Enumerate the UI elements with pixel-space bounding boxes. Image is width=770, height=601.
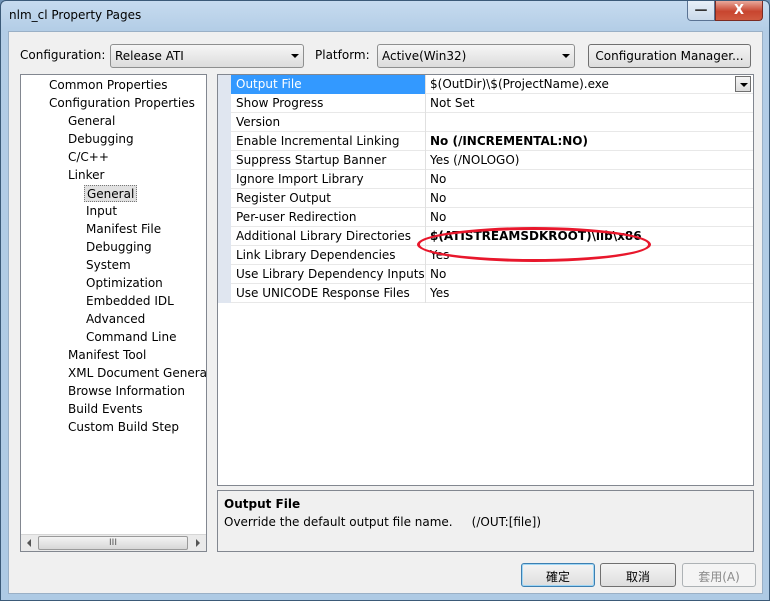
property-name: Per-user Redirection <box>231 208 426 227</box>
grid-row[interactable]: Per-user Redirection No <box>231 208 753 227</box>
platform-combo[interactable]: Active(Win32) <box>377 44 575 68</box>
grid-row[interactable]: Additional Library Directories $(ATISTREA… <box>231 227 753 246</box>
chevron-down-icon[interactable] <box>735 76 751 92</box>
grid-row[interactable]: Ignore Import Library No <box>231 170 753 189</box>
tree-horizontal-scrollbar[interactable]: III <box>21 534 206 551</box>
property-value-text: No (/INCREMENTAL:NO) <box>430 134 588 148</box>
grid-row[interactable]: Use UNICODE Response Files Yes <box>231 284 753 303</box>
grid-row[interactable]: Register Output No <box>231 189 753 208</box>
minimize-icon: — <box>694 3 708 18</box>
property-tree[interactable]: Common Properties Configuration Propertie… <box>20 74 207 552</box>
description-text: Override the default output file name. (… <box>224 515 542 529</box>
scroll-right-icon[interactable] <box>196 539 200 547</box>
tree-item[interactable]: Common Properties <box>47 77 170 94</box>
tree-item[interactable]: Manifest File <box>84 221 163 238</box>
window-title: nlm_cl Property Pages <box>9 8 142 22</box>
grid-row[interactable]: Suppress Startup Banner Yes (/NOLOGO) <box>231 151 753 170</box>
property-value-text: Not Set <box>430 96 475 110</box>
property-value[interactable] <box>427 113 753 132</box>
tree-item[interactable]: System <box>84 257 133 274</box>
tree-item[interactable]: Debugging <box>66 131 136 148</box>
property-name: Register Output <box>231 189 426 208</box>
grid-gutter <box>218 75 231 303</box>
property-value[interactable]: No <box>427 265 753 284</box>
property-value[interactable]: Yes (/NOLOGO) <box>427 151 753 170</box>
scroll-thumb[interactable]: III <box>38 536 188 550</box>
grid-row[interactable]: Use Library Dependency Inputs No <box>231 265 753 284</box>
property-value-text: $(ATISTREAMSDKROOT)\lib\x86 <box>430 229 642 243</box>
platform-label: Platform: <box>315 48 370 62</box>
property-value[interactable]: Yes <box>427 284 753 303</box>
cancel-button[interactable]: 取消 <box>600 563 676 587</box>
chevron-down-icon <box>291 54 299 58</box>
grid-row[interactable]: Link Library Dependencies Yes <box>231 246 753 265</box>
platform-value: Active(Win32) <box>382 49 467 63</box>
property-name: Output File <box>231 75 426 94</box>
property-name: Link Library Dependencies <box>231 246 426 265</box>
tree-item[interactable]: Optimization <box>84 275 165 292</box>
property-name: Show Progress <box>231 94 426 113</box>
grid-row[interactable]: Version <box>231 113 753 132</box>
property-value-text: $(OutDir)\$(ProjectName).exe <box>430 77 609 91</box>
configuration-combo[interactable]: Release ATI <box>110 44 304 68</box>
property-name: Ignore Import Library <box>231 170 426 189</box>
property-value[interactable]: $(ATISTREAMSDKROOT)\lib\x86 <box>427 227 753 246</box>
tree-item[interactable]: General <box>84 185 138 202</box>
tree-item[interactable]: Command Line <box>84 329 179 346</box>
property-value-text: Yes <box>430 286 450 300</box>
configuration-manager-button[interactable]: Configuration Manager... <box>588 44 751 68</box>
close-icon: X <box>733 3 745 18</box>
configuration-label: Configuration: <box>20 48 106 62</box>
tree-item[interactable]: C/C++ <box>66 149 111 166</box>
property-grid[interactable]: Output File $(OutDir)\$(ProjectName).exe S… <box>217 74 754 486</box>
property-pages-window: nlm_cl Property Pages — X Configuration:… <box>0 0 770 601</box>
property-name: Use Library Dependency Inputs <box>231 265 426 284</box>
property-name: Additional Library Directories <box>231 227 426 246</box>
property-value-text: No <box>430 172 447 186</box>
description-title: Output File <box>224 497 301 511</box>
property-value-text: Yes (/NOLOGO) <box>430 153 520 167</box>
property-value[interactable]: No <box>427 189 753 208</box>
tree-item[interactable]: Manifest Tool <box>66 347 148 364</box>
minimize-button[interactable]: — <box>687 1 715 21</box>
property-value-text: No <box>430 210 447 224</box>
tree-item[interactable]: Custom Build Step <box>66 419 181 436</box>
property-value[interactable]: $(OutDir)\$(ProjectName).exe <box>427 75 753 94</box>
grid-row[interactable]: Show Progress Not Set <box>231 94 753 113</box>
property-value[interactable]: Not Set <box>427 94 753 113</box>
apply-button[interactable]: 套用(A) <box>682 563 756 587</box>
tree-item[interactable]: Build Events <box>66 401 145 418</box>
property-name: Enable Incremental Linking <box>231 132 426 151</box>
ok-button[interactable]: 確定 <box>521 563 595 587</box>
tree-item[interactable]: Debugging <box>84 239 154 256</box>
grid-row[interactable]: Enable Incremental Linking No (/INCREMENT… <box>231 132 753 151</box>
property-name: Version <box>231 113 426 132</box>
property-name: Use UNICODE Response Files <box>231 284 426 303</box>
property-value[interactable]: No (/INCREMENTAL:NO) <box>427 132 753 151</box>
scroll-left-icon[interactable] <box>27 539 31 547</box>
property-value[interactable]: No <box>427 208 753 227</box>
tree-item[interactable]: Linker <box>66 167 106 184</box>
dialog-client-area: Configuration: Release ATI Platform: Act… <box>8 31 763 594</box>
property-value-text: No <box>430 191 447 205</box>
property-value[interactable]: No <box>427 170 753 189</box>
description-panel: Output File Override the default output … <box>217 490 754 552</box>
chevron-down-icon <box>562 54 570 58</box>
tree-item[interactable]: General <box>66 113 117 130</box>
property-value[interactable]: Yes <box>427 246 753 265</box>
configuration-value: Release ATI <box>115 49 184 63</box>
tree-item[interactable]: Browse Information <box>66 383 187 400</box>
tree-item[interactable]: Advanced <box>84 311 147 328</box>
grid-row[interactable]: Output File $(OutDir)\$(ProjectName).exe <box>231 75 753 94</box>
tree-item[interactable]: Configuration Properties <box>47 95 197 112</box>
property-name: Suppress Startup Banner <box>231 151 426 170</box>
close-button[interactable]: X <box>715 1 763 21</box>
tree-item[interactable]: Input <box>84 203 119 220</box>
property-value-text: No <box>430 267 447 281</box>
tree-item[interactable]: XML Document Generator <box>66 365 206 382</box>
tree-item[interactable]: Embedded IDL <box>84 293 176 310</box>
property-value-text: Yes <box>430 248 450 262</box>
